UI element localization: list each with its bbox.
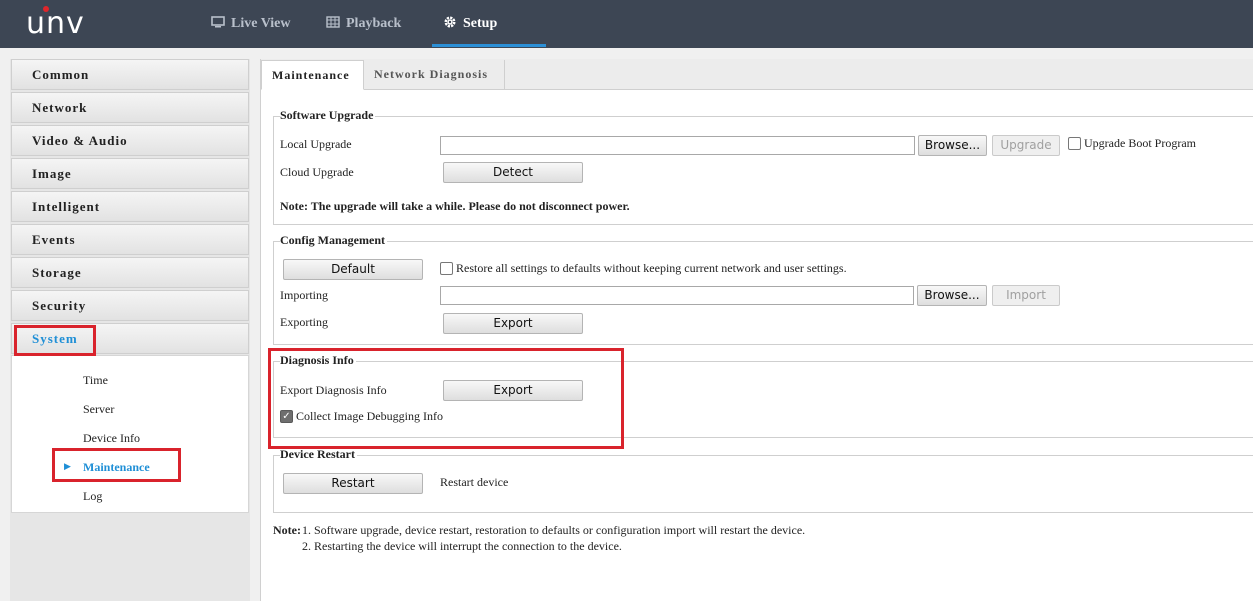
- export-config-button[interactable]: Export: [443, 313, 583, 334]
- import-button[interactable]: Import: [992, 285, 1060, 306]
- sidebar-item-image[interactable]: Image: [11, 158, 249, 189]
- submenu-item-time[interactable]: Time: [83, 373, 108, 388]
- nav-playback[interactable]: Playback: [326, 0, 401, 48]
- import-config-path-input[interactable]: [440, 286, 914, 305]
- upgrade-boot-program-label: Upgrade Boot Program: [1084, 136, 1196, 150]
- brand-logo[interactable]: unv: [26, 6, 85, 41]
- device-restart-title: Device Restart: [280, 447, 357, 462]
- highlight-box-maintenance: [52, 448, 181, 482]
- import-browse-button[interactable]: Browse...: [917, 285, 987, 306]
- footer-note-line-1: 1. Software upgrade, device restart, res…: [302, 523, 806, 537]
- sidebar-item-security[interactable]: Security: [11, 290, 249, 321]
- film-icon: [326, 15, 340, 33]
- config-management-title: Config Management: [280, 233, 387, 248]
- upgrade-button[interactable]: Upgrade: [992, 135, 1060, 156]
- submenu-item-server[interactable]: Server: [83, 402, 114, 417]
- cloud-upgrade-label: Cloud Upgrade: [280, 165, 354, 179]
- importing-label: Importing: [280, 288, 328, 302]
- tab-network-diagnosis[interactable]: Network Diagnosis: [364, 60, 505, 90]
- sidebar-item-storage[interactable]: Storage: [11, 257, 249, 288]
- detect-button[interactable]: Detect: [443, 162, 583, 183]
- highlight-box-diagnosis-info: [268, 348, 624, 449]
- local-upgrade-browse-button[interactable]: Browse...: [918, 135, 987, 156]
- local-upgrade-label: Local Upgrade: [280, 137, 352, 151]
- restore-defaults-label: Restore all settings to defaults without…: [456, 261, 847, 275]
- sidebar-item-events[interactable]: Events: [11, 224, 249, 255]
- local-upgrade-path-input[interactable]: [440, 136, 915, 155]
- gear-icon: [443, 15, 457, 34]
- submenu-item-device-info[interactable]: Device Info: [83, 431, 140, 446]
- nav-active-indicator: [432, 44, 546, 47]
- main-panel: Maintenance Network Diagnosis Software U…: [260, 59, 1253, 601]
- nav-live-view[interactable]: Live View: [211, 0, 291, 48]
- restore-defaults-checkbox[interactable]: [440, 262, 453, 275]
- upgrade-note: Note: The upgrade will take a while. Ple…: [280, 199, 630, 213]
- restart-device-description: Restart device: [440, 475, 509, 489]
- exporting-label: Exporting: [280, 315, 328, 329]
- footer-note-line-2: 2. Restarting the device will interrupt …: [302, 539, 622, 553]
- software-upgrade-title: Software Upgrade: [280, 108, 376, 123]
- footer-note-prefix: Note:: [273, 523, 301, 537]
- tab-bar: Maintenance Network Diagnosis: [261, 59, 1253, 90]
- nav-playback-label: Playback: [346, 16, 402, 31]
- sidebar-item-network[interactable]: Network: [11, 92, 249, 123]
- logo-dot: [43, 6, 49, 12]
- default-button[interactable]: Default: [283, 259, 423, 280]
- nav-setup-label: Setup: [463, 16, 498, 31]
- sidebar-item-video-audio[interactable]: Video & Audio: [11, 125, 249, 156]
- sidebar-item-intelligent[interactable]: Intelligent: [11, 191, 249, 222]
- top-bar: unv Live View Playback Setup: [0, 0, 1253, 48]
- highlight-box-system: [14, 325, 96, 356]
- nav-live-view-label: Live View: [231, 16, 291, 31]
- system-submenu: Time Server Device Info ▶ Maintenance Lo…: [11, 355, 249, 513]
- upgrade-boot-program-checkbox[interactable]: [1068, 137, 1081, 150]
- monitor-icon: [211, 15, 225, 33]
- nav-setup[interactable]: Setup: [443, 0, 497, 48]
- submenu-item-log[interactable]: Log: [83, 489, 102, 504]
- sidebar-item-common[interactable]: Common: [11, 59, 249, 90]
- restart-button[interactable]: Restart: [283, 473, 423, 494]
- tab-maintenance[interactable]: Maintenance: [261, 60, 364, 90]
